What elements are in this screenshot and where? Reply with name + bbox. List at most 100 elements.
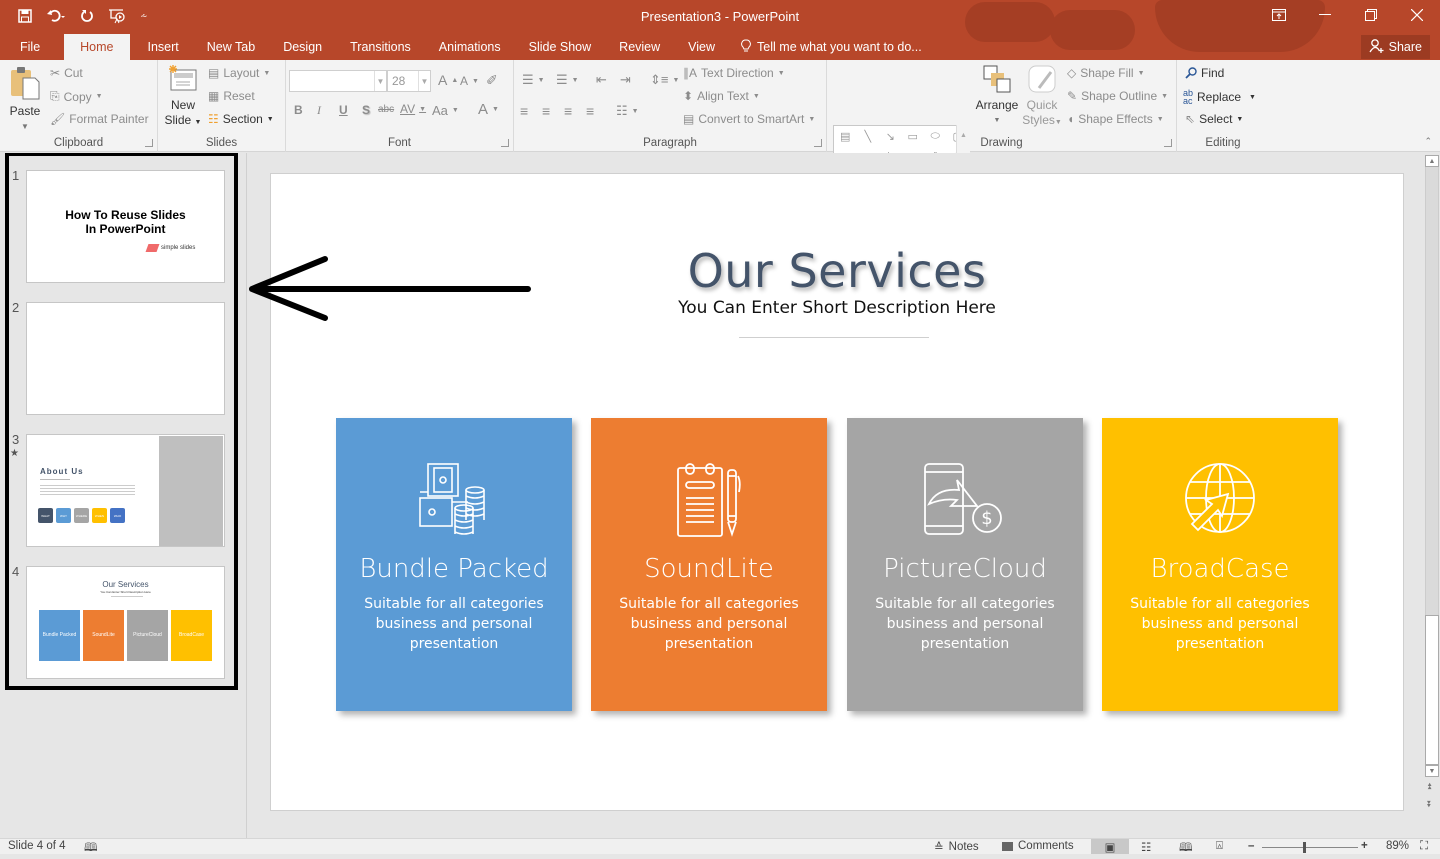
tab-new-tab[interactable]: New Tab <box>193 34 269 60</box>
tab-transitions[interactable]: Transitions <box>336 34 425 60</box>
font-size-input[interactable]: 28 ▼ <box>387 70 431 92</box>
columns-button[interactable]: ☷ ▼ <box>616 103 639 119</box>
shape-outline-button[interactable]: ✎ Shape Outline ▼ <box>1067 89 1168 103</box>
arrange-button[interactable]: Arrange ▼ <box>973 64 1021 128</box>
text-direction-button[interactable]: ∥A Text Direction ▼ <box>683 66 785 80</box>
zoom-in-button[interactable]: + <box>1361 840 1368 852</box>
align-text-button[interactable]: ⬍ Align Text ▼ <box>683 89 760 103</box>
scroll-down-icon[interactable]: ▼ <box>1425 765 1439 777</box>
replace-button[interactable]: ab ac Replace ▼ <box>1183 89 1256 106</box>
slide-thumbnail-4[interactable]: Our Services You Can Enter Short Descrip… <box>26 566 225 679</box>
gallery-up-icon[interactable]: ▲ <box>960 132 967 139</box>
paste-button[interactable]: Paste ▼ <box>6 66 44 134</box>
grow-font-button[interactable]: A ▲ <box>438 72 458 88</box>
slide-thumbnail-1[interactable]: How To Reuse Slides In PowerPoint simple… <box>26 170 225 283</box>
service-card-bundle-packed[interactable]: Bundle Packed Suitable for all categorie… <box>336 418 572 711</box>
underline-button[interactable]: U <box>339 103 348 117</box>
font-launcher-icon[interactable] <box>501 139 509 147</box>
clear-formatting-button[interactable]: ✐ <box>486 72 498 89</box>
decrease-indent-button[interactable]: ⇤ <box>596 72 607 88</box>
slideshow-view-button[interactable]: ⍓ <box>1216 840 1223 853</box>
notes-button[interactable]: ≙ Notes <box>934 840 979 854</box>
shape-fill-button[interactable]: ◇ Shape Fill ▼ <box>1067 66 1145 80</box>
service-card-soundlite[interactable]: SoundLite Suitable for all categories bu… <box>591 418 827 711</box>
tab-home[interactable]: Home <box>64 34 130 60</box>
numbering-button[interactable]: ☰ ▼ <box>556 72 579 88</box>
spell-check-icon[interactable]: 🕮︎ <box>84 840 98 859</box>
font-size-dropdown-icon[interactable]: ▼ <box>418 71 430 91</box>
service-card-broadcase[interactable]: BroadCase Suitable for all categories bu… <box>1102 418 1338 711</box>
justify-button[interactable]: ≡ <box>586 103 594 119</box>
font-name-input[interactable]: ▼ <box>289 70 387 92</box>
drawing-launcher-icon[interactable] <box>1164 139 1172 147</box>
line-shape-icon[interactable]: ╲ <box>864 130 871 143</box>
tab-insert[interactable]: Insert <box>134 34 193 60</box>
line-spacing-button[interactable]: ⇕≡ ▼ <box>650 72 679 88</box>
copy-button[interactable]: ⎘ Copy ▼ <box>50 89 103 104</box>
service-card-picturecloud[interactable]: $ PictureCloud Suitable for all categori… <box>847 418 1083 711</box>
change-case-button[interactable]: Aa ▼ <box>432 103 459 118</box>
vertical-scrollbar[interactable]: ▲ ▼ ⏫︎ ⏬︎ <box>1424 153 1440 838</box>
font-name-dropdown-icon[interactable]: ▼ <box>374 71 386 91</box>
character-spacing-button[interactable]: AV ▼ <box>400 102 426 116</box>
oval-shape-icon[interactable]: ⬭ <box>931 130 940 143</box>
tab-review[interactable]: Review <box>605 34 674 60</box>
shape-effects-button[interactable]: ◖ Shape Effects ▼ <box>1067 112 1164 126</box>
fit-to-window-icon[interactable]: ⛶ <box>1420 840 1428 853</box>
shrink-font-button[interactable]: A ▼ <box>460 74 479 88</box>
increase-indent-button[interactable]: ⇥ <box>620 72 631 88</box>
bold-button[interactable]: B <box>294 103 303 117</box>
next-slide-icon[interactable]: ⏬︎ <box>1427 799 1432 810</box>
tell-me-search[interactable]: Tell me what you want to do... <box>729 34 922 60</box>
collapse-ribbon-icon[interactable]: ⌃ <box>1424 136 1432 147</box>
tab-file[interactable]: File <box>0 34 60 60</box>
close-icon[interactable] <box>1394 0 1440 30</box>
tab-slide-show[interactable]: Slide Show <box>515 34 606 60</box>
slide-title[interactable]: Our Services <box>271 244 1403 298</box>
format-painter-button[interactable]: 🖌︎ Format Painter <box>50 112 149 126</box>
comments-button[interactable]: Comments <box>1002 840 1074 852</box>
reset-button[interactable]: ▦ Reset <box>208 89 255 103</box>
bullets-button[interactable]: ☰ ▼ <box>522 72 545 88</box>
align-center-button[interactable]: ≡ <box>542 103 550 119</box>
restore-icon[interactable] <box>1348 0 1394 30</box>
section-button[interactable]: ☷ Section ▼ <box>208 112 274 126</box>
italic-button[interactable]: I <box>317 103 321 118</box>
select-button[interactable]: ⇖ Select ▼ <box>1185 112 1243 126</box>
rectangle-shape-icon[interactable]: ▭ <box>908 130 918 143</box>
current-slide[interactable]: Our Services You Can Enter Short Descrip… <box>270 173 1404 811</box>
zoom-level[interactable]: 89% <box>1386 840 1409 852</box>
slide-sorter-button[interactable]: ☷ <box>1141 840 1151 854</box>
new-slide-button[interactable]: New Slide ▼ <box>164 64 202 130</box>
previous-slide-icon[interactable]: ⏫︎ <box>1427 781 1432 792</box>
textbox-shape-icon[interactable]: ▤ <box>840 130 850 143</box>
slide-thumbnail-2[interactable] <box>26 302 225 415</box>
reading-view-button[interactable]: 🕮︎ <box>1179 840 1193 859</box>
slide-thumbnail-3[interactable]: About Us WHAT WHY WHERE WHEN WHO <box>26 434 225 547</box>
slide-subtitle[interactable]: You Can Enter Short Description Here <box>271 298 1403 318</box>
normal-view-button[interactable]: ▣ <box>1091 839 1129 854</box>
tab-design[interactable]: Design <box>269 34 336 60</box>
align-right-button[interactable]: ≡ <box>564 103 572 119</box>
align-left-button[interactable]: ≡ <box>520 103 528 119</box>
tab-view[interactable]: View <box>674 34 729 60</box>
paragraph-launcher-icon[interactable] <box>814 139 822 147</box>
font-color-button[interactable]: A ▼ <box>478 101 499 118</box>
minimize-icon[interactable] <box>1302 0 1348 30</box>
strikethrough-button[interactable]: abc <box>378 104 394 115</box>
zoom-slider-knob[interactable] <box>1303 842 1307 853</box>
layout-button[interactable]: ▤ Layout ▼ <box>208 66 270 80</box>
zoom-out-button[interactable]: – <box>1248 840 1254 852</box>
find-button[interactable]: Find <box>1185 66 1224 80</box>
tab-animations[interactable]: Animations <box>425 34 515 60</box>
quick-styles-button[interactable]: Quick Styles▼ <box>1021 64 1063 130</box>
zoom-slider[interactable] <box>1262 847 1358 848</box>
clipboard-launcher-icon[interactable] <box>145 139 153 147</box>
shadow-button[interactable]: S <box>362 103 370 117</box>
cut-button[interactable]: ✂ Cut <box>50 66 83 80</box>
arrow-line-shape-icon[interactable]: ↘ <box>886 130 895 143</box>
scrollbar-thumb[interactable] <box>1425 615 1439 765</box>
convert-smartart-button[interactable]: ▤ Convert to SmartArt ▼ <box>683 112 815 126</box>
ribbon-display-options-icon[interactable] <box>1256 0 1302 30</box>
scroll-up-icon[interactable]: ▲ <box>1425 155 1439 167</box>
